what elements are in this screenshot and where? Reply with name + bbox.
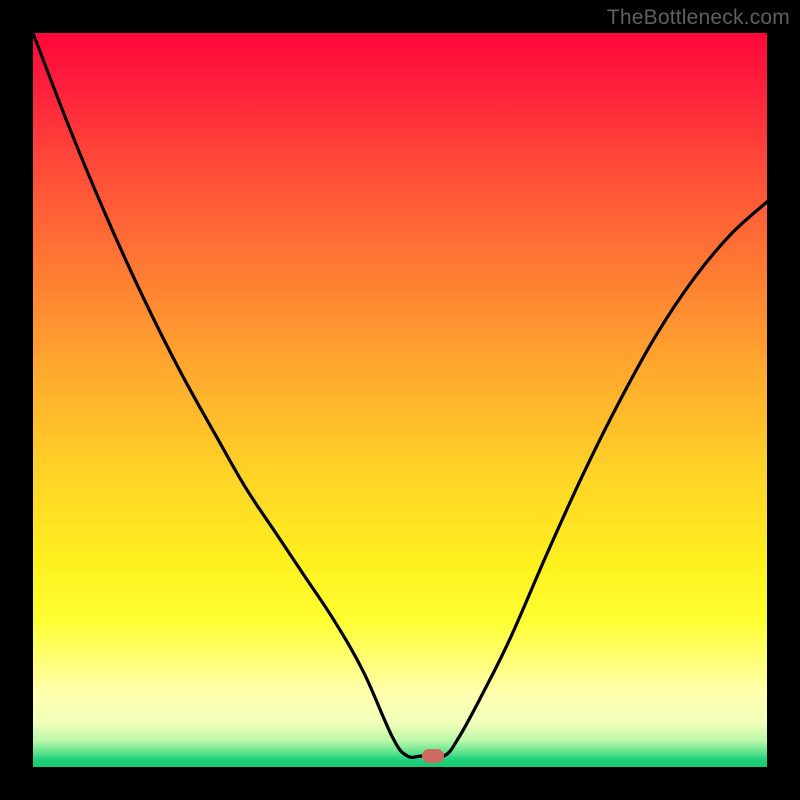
bottleneck-curve [33, 33, 767, 767]
minimum-marker [422, 749, 444, 763]
chart-stage: TheBottleneck.com [0, 0, 800, 800]
watermark-text: TheBottleneck.com [607, 6, 790, 30]
plot-area [33, 33, 767, 767]
